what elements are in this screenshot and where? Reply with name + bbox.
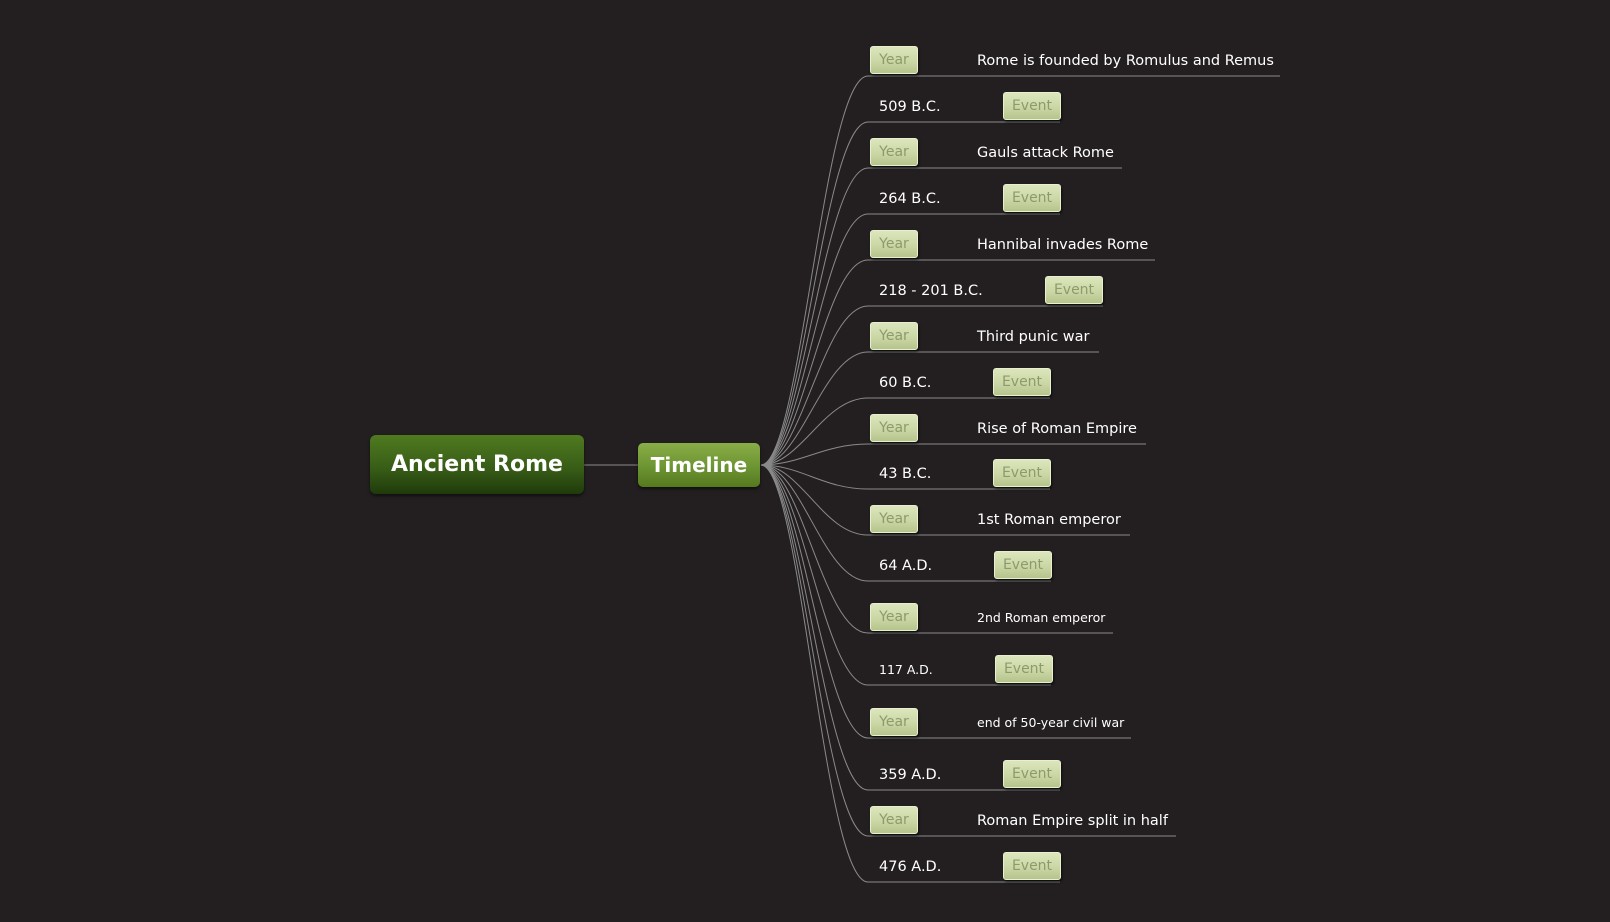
timeline-topic-label: Timeline	[650, 453, 748, 477]
year-badge[interactable]: Year	[870, 46, 918, 74]
event-description: end of 50-year civil war	[977, 715, 1125, 730]
event-description: 2nd Roman emperor	[977, 610, 1106, 625]
year-badge[interactable]: Year	[870, 708, 918, 736]
event-badge[interactable]: Event	[995, 655, 1053, 683]
event-badge[interactable]: Event	[1003, 92, 1061, 120]
topic-timeline[interactable]: Timeline	[638, 443, 760, 487]
year-badge[interactable]: Year	[870, 414, 918, 442]
event-badge[interactable]: Event	[994, 551, 1052, 579]
year-label: 264 B.C.	[879, 191, 941, 207]
year-label: 509 B.C.	[879, 99, 941, 115]
event-description: Hannibal invades Rome	[977, 237, 1149, 253]
event-description: Third punic war	[977, 329, 1090, 345]
year-label: 476 A.D.	[879, 859, 942, 875]
year-badge[interactable]: Year	[870, 322, 918, 350]
root-topic-label: Ancient Rome	[391, 452, 563, 477]
event-badge[interactable]: Event	[1003, 852, 1061, 880]
year-badge[interactable]: Year	[870, 505, 918, 533]
year-label: 117 A.D.	[879, 662, 933, 677]
year-label: 43 B.C.	[879, 466, 932, 482]
year-badge[interactable]: Year	[870, 603, 918, 631]
event-badge[interactable]: Event	[993, 368, 1051, 396]
connector-line	[760, 75, 1280, 466]
year-badge[interactable]: Year	[870, 138, 918, 166]
event-description: 1st Roman emperor	[977, 512, 1121, 528]
event-description: Rome is founded by Romulus and Remus	[977, 53, 1274, 69]
year-label: 218 - 201 B.C.	[879, 283, 983, 299]
root-topic-ancient-rome[interactable]: Ancient Rome	[370, 435, 584, 494]
event-description: Gauls attack Rome	[977, 145, 1114, 161]
year-label: 60 B.C.	[879, 375, 932, 391]
year-badge[interactable]: Year	[870, 806, 918, 834]
year-label: 64 A.D.	[879, 558, 933, 574]
event-badge[interactable]: Event	[1003, 760, 1061, 788]
event-badge[interactable]: Event	[1045, 276, 1103, 304]
mind-map-canvas: Ancient Rome Timeline Rome is founded by…	[0, 0, 1610, 922]
connector-lines	[584, 75, 1280, 883]
event-description: Roman Empire split in half	[977, 813, 1168, 829]
year-label: 359 A.D.	[879, 767, 942, 783]
event-badge[interactable]: Event	[1003, 184, 1061, 212]
event-badge[interactable]: Event	[993, 459, 1051, 487]
connector-line	[760, 443, 1146, 466]
event-description: Rise of Roman Empire	[977, 421, 1137, 437]
year-badge[interactable]: Year	[870, 230, 918, 258]
